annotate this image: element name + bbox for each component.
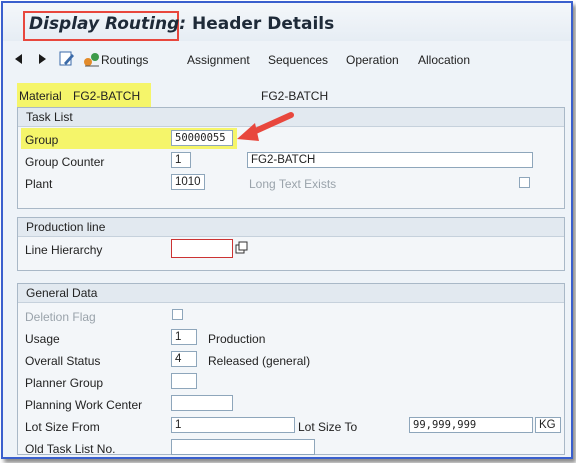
planner-group-field[interactable]: [171, 373, 197, 389]
long-text-label: Long Text Exists: [249, 177, 337, 191]
overall-status-label: Overall Status: [25, 354, 101, 368]
lot-size-unit-field[interactable]: KG: [535, 417, 561, 433]
group-counter-field[interactable]: 1: [171, 152, 191, 168]
copy-icon[interactable]: [235, 241, 249, 255]
group-counter-description-field[interactable]: FG2-BATCH: [247, 152, 533, 168]
line-hierarchy-field[interactable]: [171, 239, 233, 258]
lot-size-to-label: Lot Size To: [298, 420, 358, 434]
lot-size-from-field[interactable]: 1: [171, 417, 295, 433]
plant-field[interactable]: 1010: [171, 174, 205, 190]
annotation-arrow-icon: [237, 112, 294, 141]
usage-field[interactable]: 1: [171, 329, 197, 345]
group-field[interactable]: 50000055: [171, 130, 233, 146]
usage-text: Production: [208, 332, 266, 346]
production-line-title: Production line: [18, 218, 564, 237]
deletion-flag-checkbox[interactable]: [172, 309, 183, 320]
planner-group-label: Planner Group: [25, 376, 104, 390]
arrow-right-icon[interactable]: [39, 54, 46, 64]
operation-button[interactable]: Operation: [346, 53, 399, 67]
page-title-part1: Display Routing:: [29, 14, 187, 34]
routings-button[interactable]: Routings: [101, 53, 148, 67]
old-task-list-label: Old Task List No.: [25, 442, 116, 456]
planning-work-center-field[interactable]: [171, 395, 233, 411]
usage-label: Usage: [25, 332, 60, 346]
material-description: FG2-BATCH: [261, 89, 329, 103]
assignment-button[interactable]: Assignment: [187, 53, 250, 67]
allocation-button[interactable]: Allocation: [418, 53, 470, 67]
lot-size-from-label: Lot Size From: [25, 420, 100, 434]
line-hierarchy-label: Line Hierarchy: [25, 243, 103, 257]
old-task-list-field[interactable]: [171, 439, 315, 455]
pencil-icon[interactable]: [59, 51, 75, 67]
plant-label: Plant: [25, 177, 53, 191]
page-title: Display Routing: Header Details: [29, 14, 334, 34]
page-title-part2: Header Details: [186, 14, 335, 34]
application-toolbar: Routings Assignment Sequences Operation …: [3, 43, 571, 77]
deletion-flag-label: Deletion Flag: [25, 310, 96, 324]
overall-status-text: Released (general): [208, 354, 311, 368]
routings-icon[interactable]: [83, 51, 101, 67]
long-text-checkbox[interactable]: [519, 177, 530, 188]
material-value: FG2-BATCH: [73, 89, 141, 103]
general-data-title: General Data: [18, 284, 564, 303]
lot-size-to-field[interactable]: 99,999,999: [409, 417, 533, 433]
sap-window: Display Routing: Header Details Routings…: [1, 1, 573, 459]
overall-status-field[interactable]: 4: [171, 351, 197, 367]
planning-work-center-label: Planning Work Center: [25, 398, 143, 412]
arrow-left-icon[interactable]: [15, 54, 22, 64]
sequences-button[interactable]: Sequences: [268, 53, 328, 67]
group-counter-label: Group Counter: [25, 155, 105, 169]
title-bar: Display Routing: Header Details: [3, 3, 571, 41]
group-label: Group: [25, 133, 59, 147]
material-label: Material: [19, 89, 62, 103]
